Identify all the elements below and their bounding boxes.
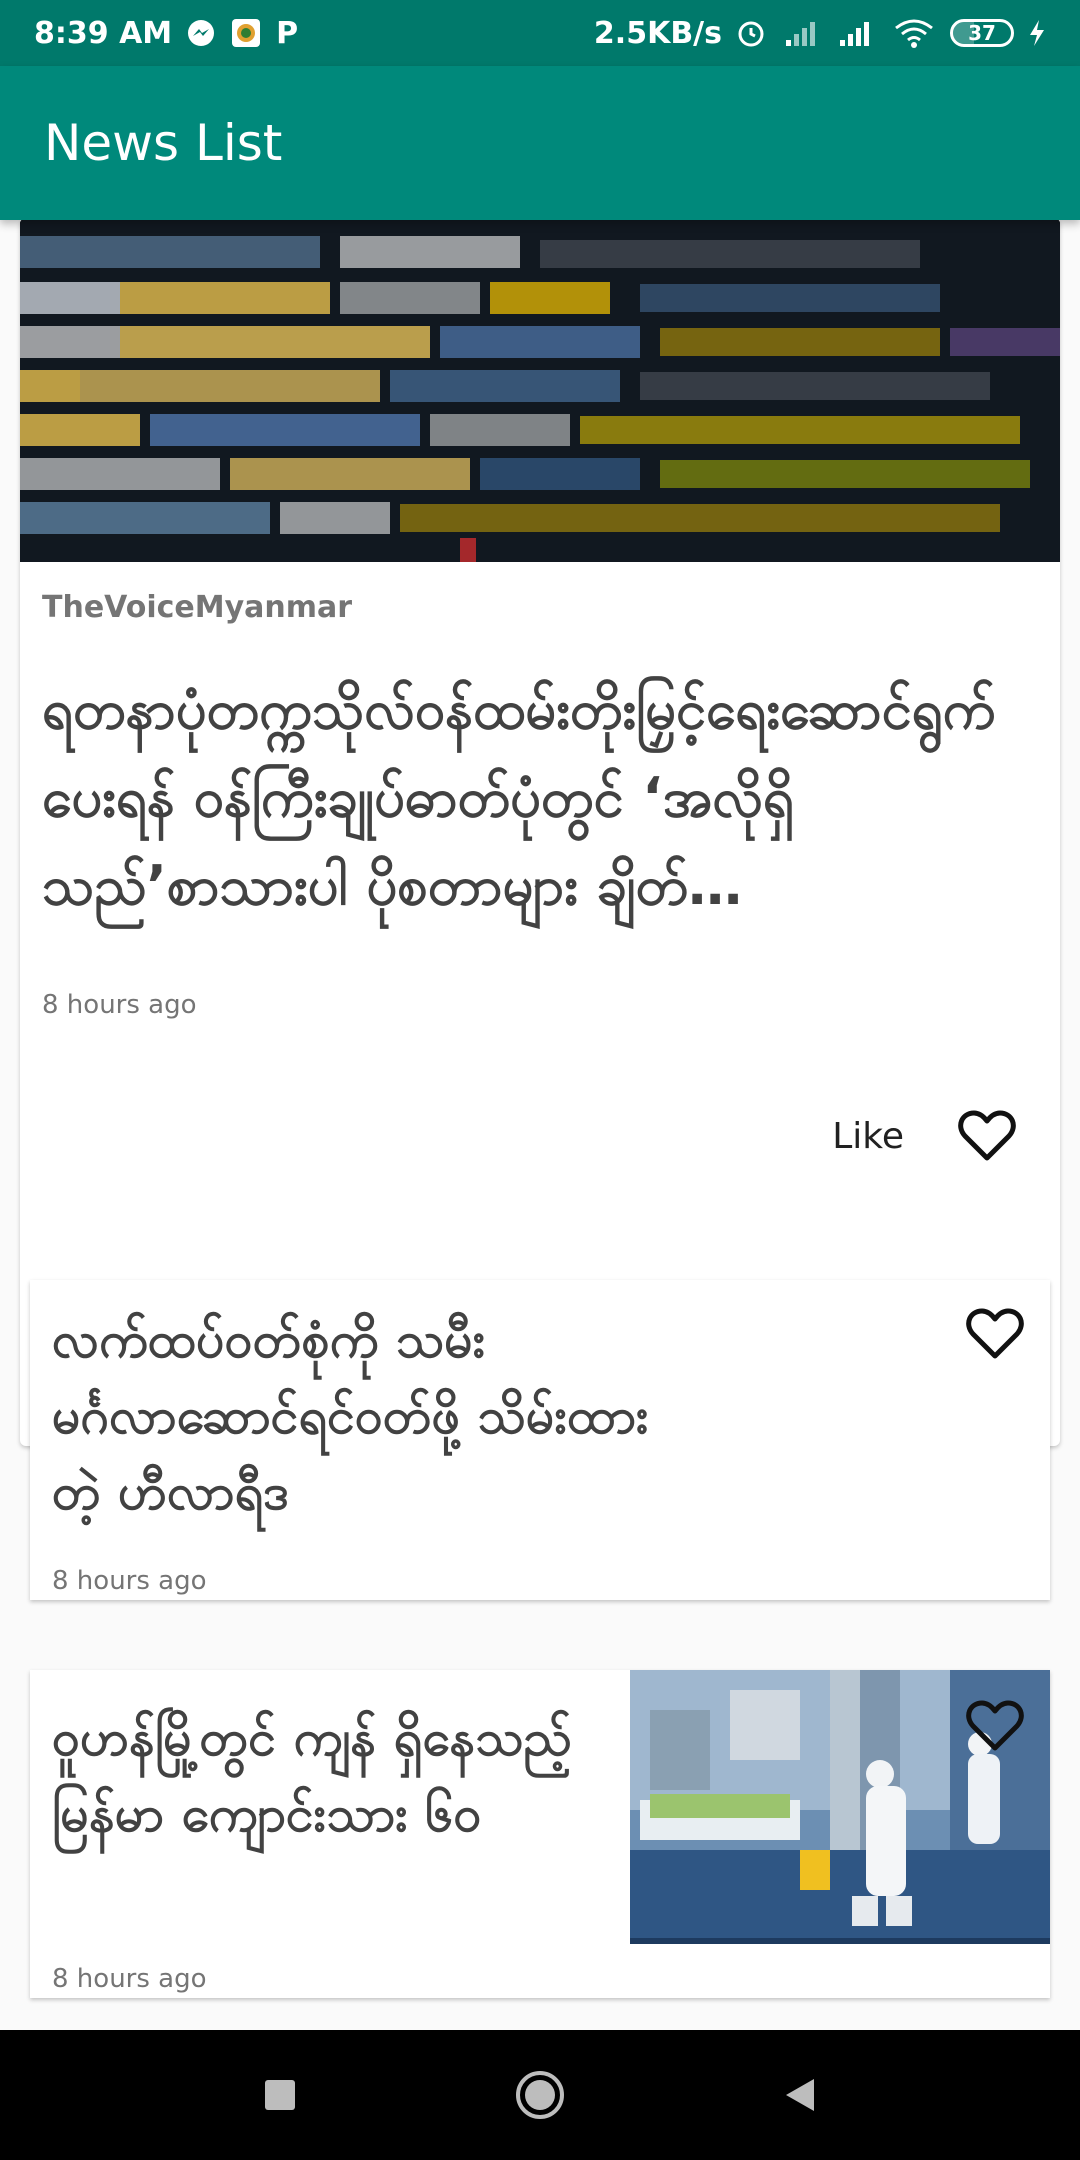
p-icon: P <box>276 15 299 51</box>
news-source: TheVoiceMyanmar <box>42 590 353 625</box>
signal-icon <box>780 18 824 48</box>
news-title[interactable]: လက်ထပ်ဝတ်စုံကို သမီး မင်္ဂလာဆောင်ရင်ဝတ်ဖ… <box>52 1302 672 1530</box>
app-bar-title: News List <box>44 114 283 172</box>
news-list[interactable]: TheVoiceMyanmar ရတနာပုံတက္ကသိုလ်ဝန်ထမ်းတ… <box>0 220 1080 2030</box>
battery-level: 37 <box>968 21 996 45</box>
featured-headline[interactable]: ရတနာပုံတက္ကသိုလ်ဝန်ထမ်းတိုးမြှင့်ရေးဆောင… <box>42 666 1032 930</box>
status-time: 8:39 AM <box>34 15 173 51</box>
news-time: 8 hours ago <box>52 1964 207 1994</box>
network-speed: 2.5KB/s <box>593 15 722 51</box>
news-list-item[interactable]: ဝူဟန်မြို့တွင် ကျန် ရှိနေသည့် မြန်မာ ကျေ… <box>30 1670 1050 1998</box>
heart-icon[interactable] <box>966 1308 1024 1360</box>
status-bar: 8:39 AM P 2.5KB/s 37 <box>0 0 1080 66</box>
status-bar-right: 2.5KB/s 37 <box>594 16 1046 51</box>
news-time: 8 hours ago <box>52 1566 207 1596</box>
status-bar-left: 8:39 AM P <box>34 16 298 51</box>
news-list-item[interactable]: လက်ထပ်ဝတ်စုံကို သမီး မင်္ဂလာဆောင်ရင်ဝတ်ဖ… <box>30 1280 1050 1600</box>
back-triangle-icon[interactable] <box>760 2055 840 2135</box>
wifi-icon <box>892 18 936 48</box>
app-bar: News List <box>0 66 1080 220</box>
signal-icon <box>838 18 878 48</box>
alarm-icon <box>736 18 766 48</box>
charging-icon <box>1028 18 1046 48</box>
like-row[interactable]: Like <box>832 1110 1016 1162</box>
recents-square-icon[interactable] <box>240 2055 320 2135</box>
heart-icon[interactable] <box>958 1110 1016 1162</box>
battery-icon: 37 <box>950 19 1014 47</box>
featured-news-image <box>20 220 1060 562</box>
app-icon <box>230 17 262 49</box>
home-circle-icon[interactable] <box>500 2055 580 2135</box>
news-title[interactable]: ဝူဟန်မြို့တွင် ကျန် ရှိနေသည့် မြန်မာ ကျေ… <box>52 1700 612 1852</box>
messenger-icon <box>186 18 216 48</box>
navigation-bar <box>0 2030 1080 2160</box>
like-label[interactable]: Like <box>832 1116 904 1157</box>
featured-news-card[interactable]: TheVoiceMyanmar ရတနာပုံတက္ကသိုလ်ဝန်ထမ်းတ… <box>20 220 1060 1446</box>
heart-icon[interactable] <box>966 1700 1024 1752</box>
news-time: 8 hours ago <box>42 990 197 1020</box>
